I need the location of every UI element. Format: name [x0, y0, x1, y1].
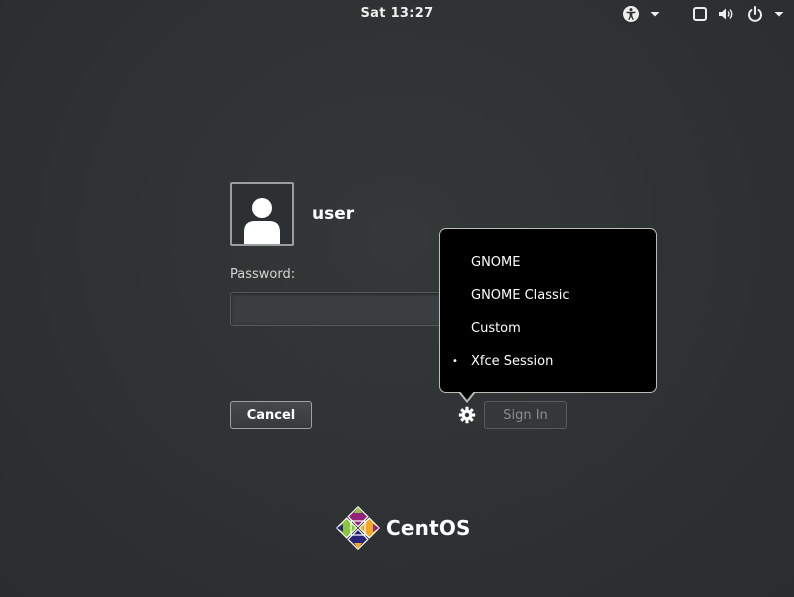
session-item-xfce[interactable]: • Xfce Session — [440, 345, 656, 378]
session-item-label: GNOME Classic — [471, 288, 570, 303]
centos-logo-text: CentOS — [386, 516, 471, 540]
clock[interactable]: Sat 13:27 — [0, 6, 794, 21]
session-item-gnome[interactable]: GNOME — [440, 246, 656, 279]
accessibility-icon[interactable] — [622, 5, 640, 23]
session-item-label: GNOME — [471, 255, 521, 270]
popup-arrow-fill — [459, 390, 475, 400]
top-bar: Sat 13:27 — [0, 0, 794, 28]
sign-in-button[interactable]: Sign In — [484, 401, 567, 429]
centos-logo: CentOS — [336, 506, 471, 550]
gear-icon[interactable] — [458, 406, 476, 424]
display-icon[interactable] — [693, 5, 707, 23]
session-item-custom[interactable]: Custom — [440, 312, 656, 345]
volume-icon[interactable] — [718, 5, 735, 23]
password-label: Password: — [230, 267, 296, 282]
user-avatar — [230, 182, 294, 246]
power-icon[interactable] — [747, 5, 763, 23]
cancel-button[interactable]: Cancel — [230, 401, 312, 429]
selected-dot-icon: • — [452, 356, 458, 367]
chevron-down-icon[interactable] — [774, 5, 784, 23]
session-menu: GNOME GNOME Classic Custom • Xfce Sessio… — [439, 228, 657, 393]
session-item-gnome-classic[interactable]: GNOME Classic — [440, 279, 656, 312]
person-icon — [244, 198, 280, 244]
session-item-label: Custom — [471, 321, 521, 336]
session-item-label: Xfce Session — [471, 354, 554, 369]
username-label: user — [312, 204, 355, 224]
chevron-down-icon[interactable] — [650, 5, 660, 23]
centos-emblem-icon — [336, 506, 380, 550]
